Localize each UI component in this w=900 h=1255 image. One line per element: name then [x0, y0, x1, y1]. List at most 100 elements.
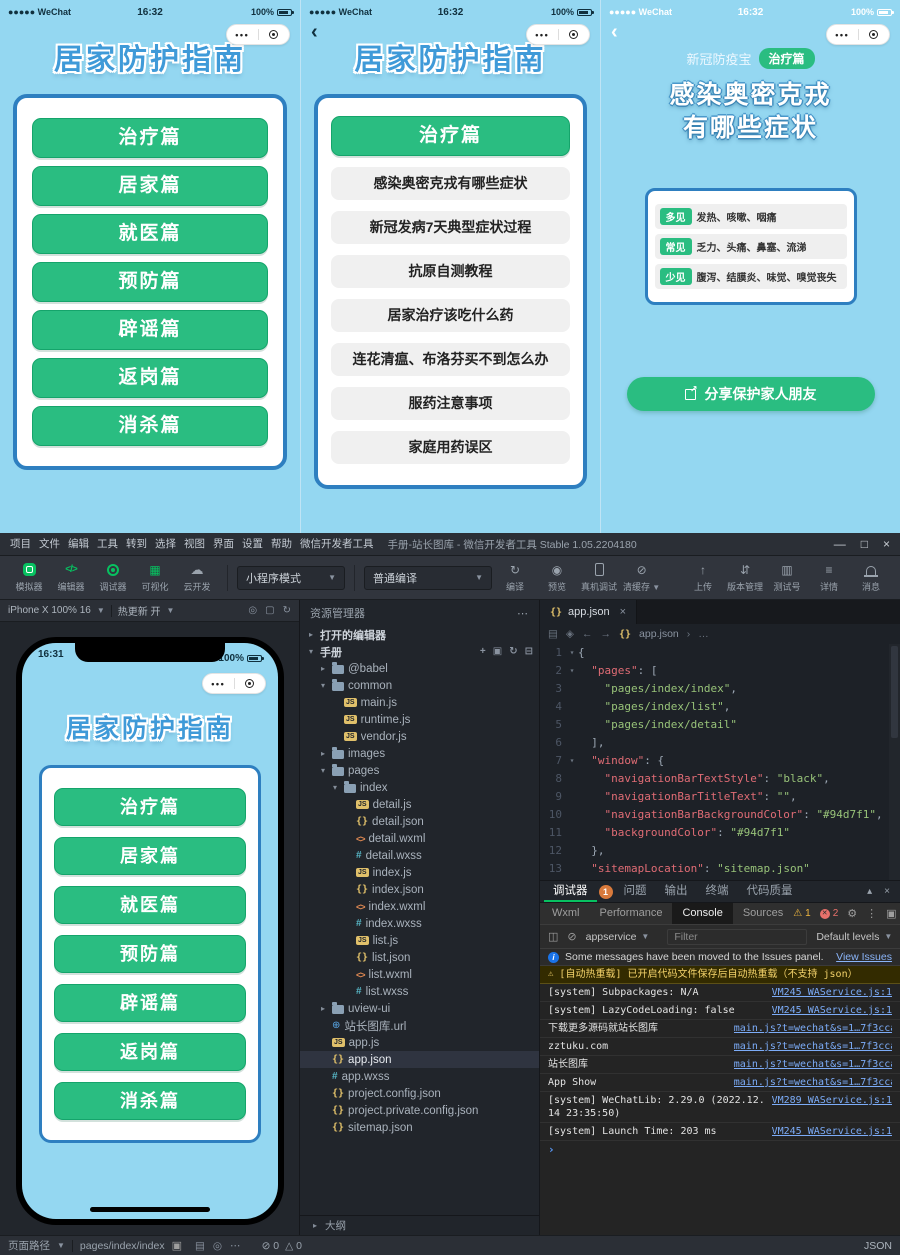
tab-app-json[interactable]: {} app.json × [540, 600, 637, 624]
refresh-icon[interactable]: ↻ [509, 646, 517, 657]
wechat-capsule[interactable]: ••• [202, 673, 266, 694]
toolbar-item-simulator[interactable]: 模拟器 [8, 563, 50, 593]
menu-item[interactable]: 工具 [93, 533, 122, 555]
toolbar-item-test-account[interactable]: ▥测试号 [766, 563, 808, 593]
capsule-home-icon[interactable] [859, 30, 890, 39]
wechat-capsule[interactable]: ••• [826, 24, 890, 45]
tree-item[interactable]: ▾手册+▣↻⊟ [300, 643, 539, 660]
back-icon[interactable]: ‹ [311, 22, 318, 42]
capsule-home-icon[interactable] [559, 30, 590, 39]
close-icon[interactable]: × [883, 537, 890, 551]
file-type-indicator[interactable]: JSON [864, 1240, 892, 1252]
tree-item[interactable]: ▾index [300, 779, 539, 796]
nav-button[interactable]: 居家篇 [54, 837, 246, 875]
fold-icon[interactable]: ▾ [566, 662, 578, 680]
tree-item[interactable]: #list.wxss [300, 983, 539, 1000]
tree-item[interactable]: ▸images [300, 745, 539, 762]
power-icon[interactable]: ◎ [248, 605, 257, 616]
device-select[interactable]: iPhone X 100% 16 [8, 605, 91, 616]
toolbar-item-upload[interactable]: ↑上传 [682, 563, 724, 593]
fold-icon[interactable]: ▾ [566, 644, 578, 662]
list-item[interactable]: 服药注意事项 [331, 387, 570, 420]
menu-item[interactable]: 帮助 [267, 533, 296, 555]
toolbar-item-debugger[interactable]: 调试器 [92, 563, 134, 593]
tree-item[interactable]: #detail.wxss [300, 847, 539, 864]
tree-item[interactable]: {}detail.json [300, 813, 539, 830]
list-item[interactable]: 居家治疗该吃什么药 [331, 299, 570, 332]
warning-count-badge[interactable]: ⚠1 [793, 908, 811, 919]
source-link[interactable]: main.js?t=wechat&s=1…7f3ccaa647367a8a:22 [734, 1040, 892, 1053]
panel-tab-调试器[interactable]: 调试器 [544, 881, 597, 902]
collapse-icon[interactable]: ⊟ [525, 646, 533, 657]
tree-item[interactable]: ▸打开的编辑器 [300, 626, 539, 643]
tree-item[interactable]: ▾pages [300, 762, 539, 779]
toolbar-item-editor[interactable]: </>编辑器 [50, 563, 92, 593]
more-icon[interactable]: ⋯ [230, 1240, 241, 1252]
share-button[interactable]: 分享保护家人朋友 [627, 377, 875, 411]
nav-button[interactable]: 治疗篇 [32, 118, 268, 158]
scrollbar[interactable] [889, 644, 900, 880]
kebab-menu-icon[interactable]: ⋮ [866, 907, 877, 920]
tree-item[interactable]: ▸@babel [300, 660, 539, 677]
record-icon[interactable]: ◎ [213, 1240, 222, 1252]
tree-item[interactable]: <>list.wxml [300, 966, 539, 983]
toolbar-item-preview[interactable]: ◉预览 [536, 563, 578, 593]
source-link[interactable]: VM245 WAService.js:1 [772, 1004, 892, 1017]
new-file-icon[interactable]: + [480, 646, 486, 657]
devtools-tab-performance[interactable]: Performance [590, 903, 673, 924]
menu-item[interactable]: 编辑 [64, 533, 93, 555]
tree-item[interactable]: <>detail.wxml [300, 830, 539, 847]
list-item[interactable]: 家庭用药误区 [331, 431, 570, 464]
console-prompt[interactable]: › [540, 1141, 900, 1158]
panel-tab-输出[interactable]: 输出 [656, 881, 697, 902]
menu-item[interactable]: 微信开发者工具 [296, 533, 378, 555]
nav-button[interactable]: 就医篇 [32, 214, 268, 254]
wechat-capsule[interactable]: ••• [526, 24, 590, 45]
breadcrumb-file[interactable]: app.json [639, 628, 679, 640]
log-levels-select[interactable]: Default levels▼ [816, 931, 892, 943]
new-folder-icon[interactable]: ▣ [493, 646, 502, 657]
js-context-select[interactable]: appservice▼ [586, 931, 650, 943]
panel-tab-代码质量[interactable]: 代码质量 [738, 881, 802, 902]
back-icon[interactable]: ‹ [611, 22, 618, 42]
nav-button[interactable]: 消杀篇 [32, 406, 268, 446]
tree-item[interactable]: #app.wxss [300, 1068, 539, 1085]
menu-item[interactable]: 项目 [6, 533, 35, 555]
toolbar-item-messages[interactable]: 消息 [850, 563, 892, 593]
tree-item[interactable]: {}sitemap.json [300, 1119, 539, 1136]
menu-item[interactable]: 文件 [35, 533, 64, 555]
nav-button[interactable]: 返岗篇 [54, 1033, 246, 1071]
tree-item[interactable]: {}index.json [300, 881, 539, 898]
panel-tab-问题[interactable]: 问题 [615, 881, 656, 902]
tree-item[interactable]: #index.wxss [300, 915, 539, 932]
collapse-icon[interactable]: ▴ [867, 886, 872, 897]
tree-item[interactable]: JSmain.js [300, 694, 539, 711]
outline-icon[interactable]: ▤ [548, 628, 558, 640]
nav-button[interactable]: 辟谣篇 [32, 310, 268, 350]
capsule-home-icon[interactable] [259, 30, 290, 39]
nav-button[interactable]: 返岗篇 [32, 358, 268, 398]
tree-item[interactable]: JSlist.js [300, 932, 539, 949]
toolbar-item-cloud-dev[interactable]: ☁云开发 [176, 563, 218, 593]
toolbar-item-version-control[interactable]: ⇵版本管理 [724, 563, 766, 593]
category-button[interactable]: 治疗篇 [331, 116, 570, 156]
toolbar-item-compile[interactable]: ↻编译 [494, 563, 536, 593]
toolbar-item-device-debug[interactable]: 真机调试 [578, 563, 620, 593]
devtools-tab-sources[interactable]: Sources [733, 903, 793, 924]
list-item[interactable]: 抗原自测教程 [331, 255, 570, 288]
source-link[interactable]: VM289 WAService.js:1 [772, 1094, 892, 1120]
tree-item[interactable]: ▸uview-ui [300, 1000, 539, 1017]
list-item[interactable]: 新冠发病7天典型症状过程 [331, 211, 570, 244]
close-icon[interactable]: × [884, 886, 890, 897]
back-icon[interactable]: ← [582, 628, 593, 640]
tree-item[interactable]: JSindex.js [300, 864, 539, 881]
tree-item[interactable]: JSvendor.js [300, 728, 539, 745]
more-icon[interactable]: ••• [527, 30, 558, 40]
tree-item[interactable]: {}project.config.json [300, 1085, 539, 1102]
nav-button[interactable]: 治疗篇 [54, 788, 246, 826]
wechat-capsule[interactable]: ••• [226, 24, 290, 45]
code-area[interactable]: 1▾{2▾ "pages": [3 "pages/index/index",4 … [540, 644, 900, 880]
mode-select[interactable]: 小程序模式▼ [237, 566, 345, 590]
devtools-tab-wxml[interactable]: Wxml [542, 903, 590, 924]
more-icon[interactable]: ••• [227, 30, 258, 40]
